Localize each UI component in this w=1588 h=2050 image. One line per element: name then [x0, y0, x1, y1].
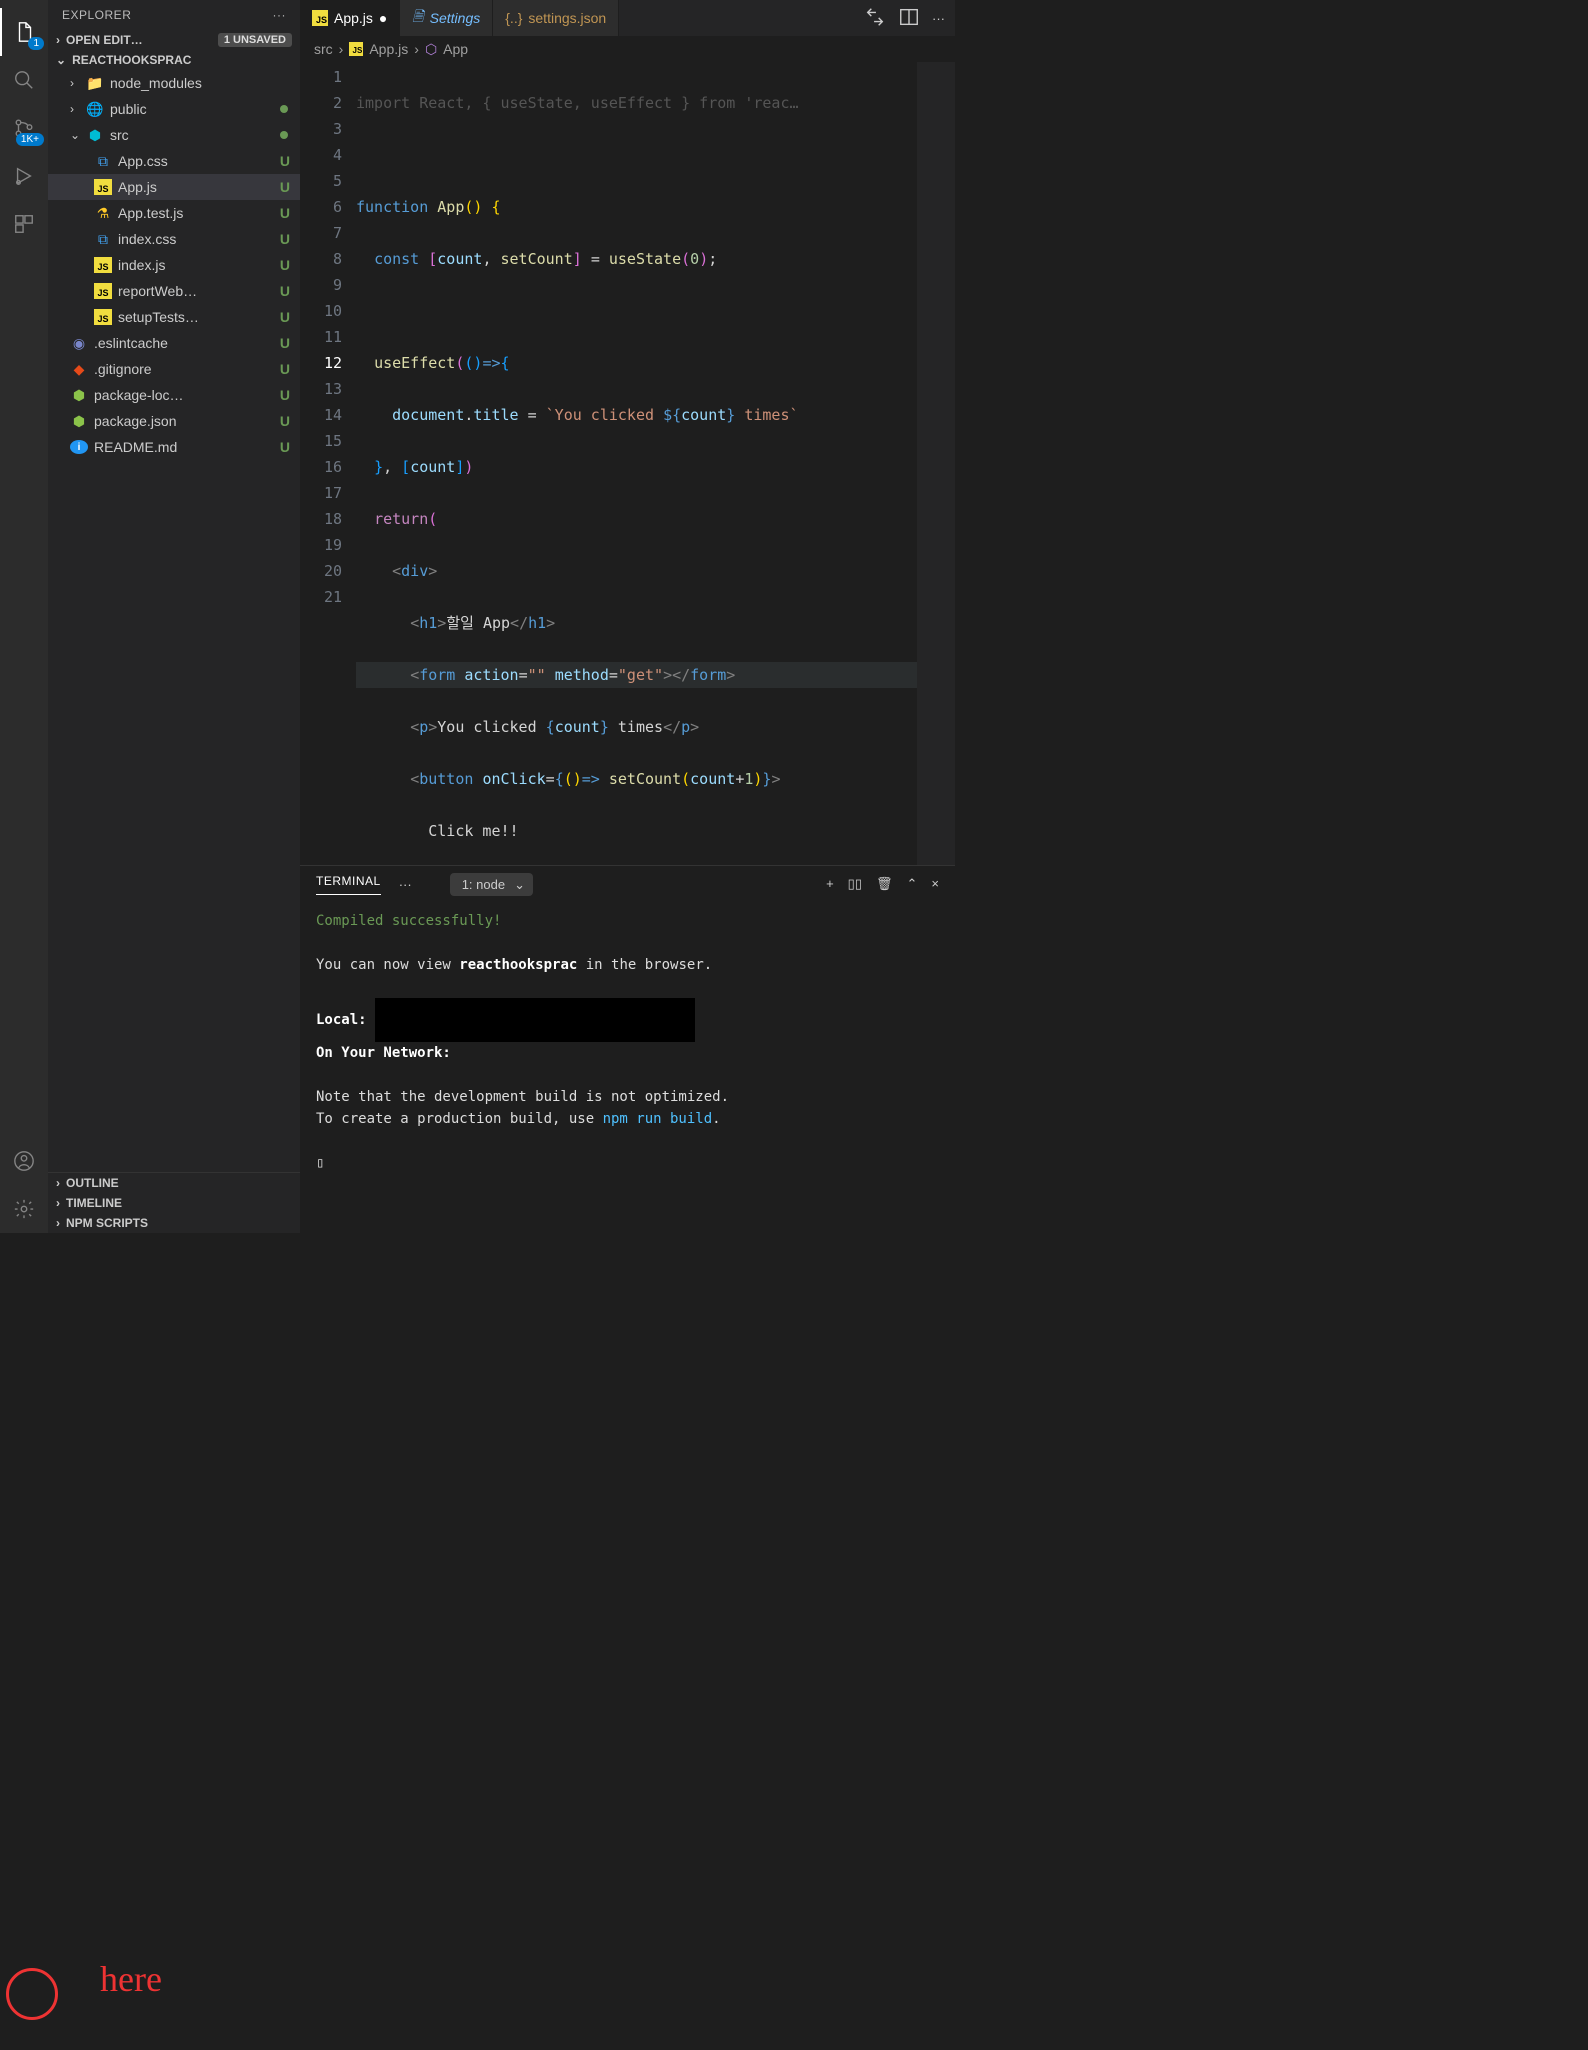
close-icon[interactable]: × [931, 876, 939, 892]
file-item[interactable]: JS setupTests… U [48, 304, 300, 330]
js-icon: JS [94, 309, 112, 325]
terminal-output[interactable]: Compiled successfully! You can now view … [300, 902, 955, 1233]
dirty-dot-icon: ● [379, 10, 387, 26]
main: JS App.js ● 🗎 Settings {..} settings.jso… [300, 0, 955, 1233]
more-icon[interactable]: ··· [273, 8, 287, 22]
chevron-right-icon: › [70, 102, 84, 116]
chevron-right-icon: › [56, 1176, 60, 1190]
tab-app-js[interactable]: JS App.js ● [300, 0, 400, 36]
explorer-icon[interactable]: 1 [0, 8, 48, 56]
editor[interactable]: 123456789101112131415161718192021 import… [300, 62, 955, 865]
file-item[interactable]: ⧉ index.css U [48, 226, 300, 252]
folder-react-icon: ⬢ [86, 127, 104, 144]
modified-dot-icon [280, 131, 288, 139]
split-terminal-icon[interactable]: ▯▯ [848, 876, 862, 892]
new-terminal-icon[interactable]: + [826, 876, 834, 892]
open-editors-section[interactable]: › OPEN EDIT… 1 UNSAVED [48, 30, 300, 50]
chevron-right-icon: › [56, 1216, 60, 1230]
file-item[interactable]: ⧉ App.css U [48, 148, 300, 174]
file-item[interactable]: ⬢ package-loc… U [48, 382, 300, 408]
file-icon: 🗎 [412, 6, 423, 30]
code-area[interactable]: import React, { useState, useEffect } fr… [356, 62, 955, 865]
chevron-right-icon: › [56, 33, 60, 47]
file-item[interactable]: ◉ .eslintcache U [48, 330, 300, 356]
folder-public[interactable]: › 🌐 public [48, 96, 300, 122]
file-item[interactable]: ◆ .gitignore U [48, 356, 300, 382]
file-item[interactable]: ⚗ App.test.js U [48, 200, 300, 226]
settings-gear-icon[interactable] [0, 1185, 48, 1233]
extensions-icon[interactable] [0, 200, 48, 248]
folder-icon: 🌐 [86, 101, 104, 118]
explorer-badge: 1 [28, 37, 44, 50]
source-control-icon[interactable]: 1K+ [0, 104, 48, 152]
css-icon: ⧉ [94, 153, 112, 170]
split-editor-icon[interactable] [898, 6, 920, 31]
tab-settings-json[interactable]: {..} settings.json [493, 0, 619, 36]
modified-dot-icon [280, 105, 288, 113]
js-icon: JS [94, 179, 112, 195]
symbol-icon: ⬡ [425, 41, 437, 58]
redacted-block [375, 998, 695, 1042]
panel: TERMINAL ··· 1: node ⌄ + ▯▯ 🗑 ⌃ × Compil… [300, 865, 955, 1233]
folder-src[interactable]: ⌄ ⬢ src [48, 122, 300, 148]
js-icon: JS [94, 257, 112, 273]
accounts-icon[interactable] [0, 1137, 48, 1185]
sidebar: EXPLORER ··· › OPEN EDIT… 1 UNSAVED ⌄ RE… [48, 0, 300, 1233]
unsaved-badge: 1 UNSAVED [218, 33, 292, 47]
scm-badge: 1K+ [16, 133, 44, 146]
js-icon: JS [349, 42, 363, 56]
file-item[interactable]: JS index.js U [48, 252, 300, 278]
js-icon: JS [94, 283, 112, 299]
folder-icon: 📁 [86, 75, 104, 92]
npm-scripts-section[interactable]: › NPM SCRIPTS [48, 1213, 300, 1233]
more-icon[interactable]: ··· [932, 11, 945, 26]
chevron-right-icon: › [70, 76, 84, 90]
file-item[interactable]: ⬢ package.json U [48, 408, 300, 434]
tab-bar: JS App.js ● 🗎 Settings {..} settings.jso… [300, 0, 955, 36]
breadcrumb[interactable]: src› JS App.js› ⬡ App [300, 36, 955, 62]
run-debug-icon[interactable] [0, 152, 48, 200]
outline-section[interactable]: › OUTLINE [48, 1173, 300, 1193]
terminal-select[interactable]: 1: node ⌄ [450, 873, 533, 896]
timeline-section[interactable]: › TIMELINE [48, 1193, 300, 1213]
line-gutter: 123456789101112131415161718192021 [300, 62, 356, 865]
file-tree: › 📁 node_modules › 🌐 public ⌄ ⬢ src ⧉ Ap… [48, 70, 300, 1172]
chevron-right-icon: › [56, 1196, 60, 1210]
trash-icon[interactable]: 🗑 [876, 876, 893, 892]
info-icon: i [70, 440, 88, 454]
js-icon: JS [312, 10, 328, 26]
file-item[interactable]: JS App.js U [48, 174, 300, 200]
minimap[interactable] [917, 62, 955, 865]
sidebar-title: EXPLORER [62, 8, 131, 22]
file-item[interactable]: JS reportWeb… U [48, 278, 300, 304]
chevron-down-icon: ⌄ [56, 53, 66, 67]
git-icon: ◆ [70, 361, 88, 378]
chevron-up-icon[interactable]: ⌃ [907, 876, 918, 892]
more-icon[interactable]: ··· [399, 877, 412, 892]
annotation-text: here [100, 1958, 162, 2000]
json-icon: {..} [505, 10, 522, 26]
node-icon: ⬢ [70, 413, 88, 430]
css-icon: ⧉ [94, 231, 112, 248]
folder-node-modules[interactable]: › 📁 node_modules [48, 70, 300, 96]
search-icon[interactable] [0, 56, 48, 104]
test-icon: ⚗ [94, 205, 112, 222]
chevron-down-icon: ⌄ [70, 128, 84, 142]
terminal-tab[interactable]: TERMINAL [316, 874, 381, 895]
project-section[interactable]: ⌄ REACTHOOKSPRAC [48, 50, 300, 70]
compare-icon[interactable] [864, 6, 886, 31]
node-icon: ⬢ [70, 387, 88, 404]
file-item[interactable]: i README.md U [48, 434, 300, 460]
eslint-icon: ◉ [70, 335, 88, 352]
tab-settings[interactable]: 🗎 Settings [400, 0, 493, 36]
activity-bar: 1 1K+ [0, 0, 48, 1233]
annotation-circle [6, 1968, 58, 2020]
chevron-down-icon: ⌄ [514, 877, 525, 893]
